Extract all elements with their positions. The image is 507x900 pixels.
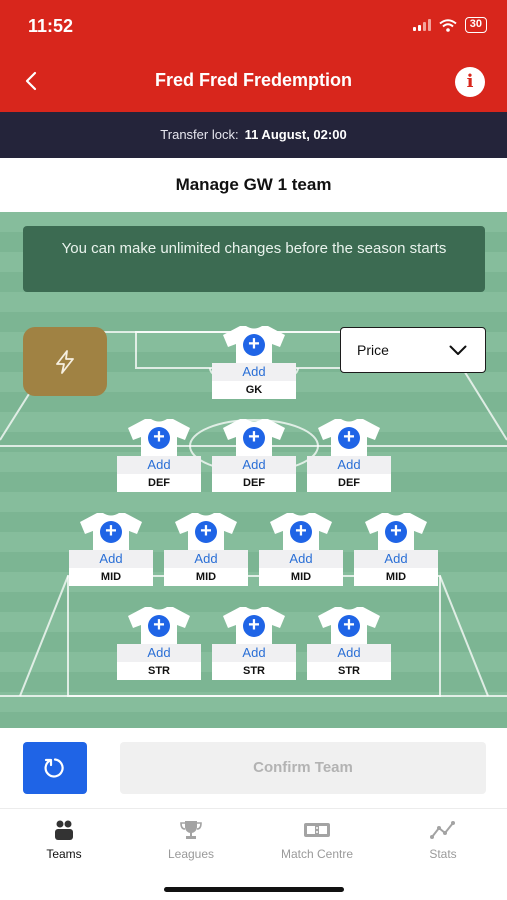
tab-label: Teams — [46, 847, 82, 861]
position-label: DEF — [212, 474, 296, 492]
add-player-label: Add — [212, 363, 296, 381]
status-bar: 11:52 30 — [0, 0, 507, 52]
add-player-label: Add — [117, 644, 201, 662]
transfer-lock-label: Transfer lock: — [160, 127, 239, 142]
position-label: MID — [354, 568, 438, 586]
position-label: DEF — [117, 474, 201, 492]
add-player-label: Add — [212, 644, 296, 662]
tab-match-centre[interactable]: Match Centre — [262, 819, 372, 869]
transfer-lock-value: 11 August, 02:00 — [244, 127, 347, 142]
trophy-icon — [180, 821, 202, 839]
player-slot[interactable]: + Add MID — [259, 512, 343, 592]
player-slot[interactable]: + Add MID — [69, 512, 153, 592]
player-slot[interactable]: + Add MID — [354, 512, 438, 592]
plus-icon: + — [148, 615, 170, 637]
position-label: MID — [69, 568, 153, 586]
plus-icon: + — [385, 521, 407, 543]
plus-icon: + — [290, 521, 312, 543]
player-slot[interactable]: + Add STR — [117, 606, 201, 686]
reset-button[interactable] — [23, 742, 87, 794]
player-slot[interactable]: + Add DEF — [117, 418, 201, 498]
plus-icon: + — [195, 521, 217, 543]
page-title: Manage GW 1 team — [0, 158, 507, 212]
transfer-lock-bar: Transfer lock: 11 August, 02:00 — [0, 112, 507, 158]
battery-icon: 30 — [464, 17, 487, 33]
confirm-team-button[interactable]: Confirm Team — [120, 742, 486, 794]
teams-icon — [55, 820, 73, 840]
status-time: 11:52 — [28, 16, 74, 36]
add-player-label: Add — [212, 456, 296, 474]
boost-button[interactable] — [23, 327, 107, 396]
tab-label: Stats — [429, 847, 457, 861]
plus-icon: + — [338, 427, 360, 449]
plus-icon: + — [243, 334, 265, 356]
position-label: MID — [164, 568, 248, 586]
home-indicator — [164, 887, 344, 892]
info-icon: i — [466, 71, 474, 92]
player-slot[interactable]: + Add MID — [164, 512, 248, 592]
add-player-label: Add — [117, 456, 201, 474]
refresh-icon — [44, 758, 64, 778]
position-label: MID — [259, 568, 343, 586]
add-player-label: Add — [69, 550, 153, 568]
plus-icon: + — [243, 427, 265, 449]
add-player-label: Add — [354, 550, 438, 568]
tab-bar: Teams Leagues Match Centre Stats — [0, 808, 507, 900]
tab-leagues[interactable]: Leagues — [136, 819, 246, 869]
position-label: STR — [212, 662, 296, 680]
tab-teams[interactable]: Teams — [9, 819, 119, 869]
stats-icon — [430, 821, 455, 839]
plus-icon: + — [100, 521, 122, 543]
team-name-title: Fred Fred Fredemption — [154, 70, 352, 90]
app-header: Fred Fred Fredemption i — [0, 52, 507, 112]
plus-icon: + — [243, 615, 265, 637]
position-label: DEF — [307, 474, 391, 492]
pitch: You can make unlimited changes before th… — [0, 212, 507, 728]
plus-icon: + — [338, 615, 360, 637]
player-slot[interactable]: + Add STR — [212, 606, 296, 686]
tab-label: Match Centre — [280, 847, 354, 861]
player-slot[interactable]: + Add DEF — [307, 418, 391, 498]
position-label: GK — [212, 381, 296, 399]
scoreboard-icon — [304, 823, 330, 837]
add-player-label: Add — [307, 644, 391, 662]
tab-label: Leagues — [167, 847, 215, 861]
add-player-label: Add — [164, 550, 248, 568]
signal-icon — [412, 19, 431, 31]
add-player-label: Add — [307, 456, 391, 474]
unlimited-changes-notice: You can make unlimited changes before th… — [23, 226, 485, 292]
position-label: STR — [117, 662, 201, 680]
sort-selected-value: Price — [357, 342, 389, 358]
player-slot[interactable]: + Add GK — [212, 325, 296, 405]
tab-stats[interactable]: Stats — [388, 819, 498, 869]
info-button[interactable]: i — [455, 67, 485, 97]
plus-icon: + — [148, 427, 170, 449]
player-slot[interactable]: + Add DEF — [212, 418, 296, 498]
wifi-icon — [439, 18, 457, 32]
action-bar: Confirm Team — [0, 728, 507, 808]
position-label: STR — [307, 662, 391, 680]
chevron-down-icon — [449, 345, 467, 355]
add-player-label: Add — [259, 550, 343, 568]
lightning-icon — [56, 350, 74, 374]
status-icons: 30 — [412, 17, 487, 33]
sort-select[interactable]: Price — [340, 327, 486, 373]
player-slot[interactable]: + Add STR — [307, 606, 391, 686]
